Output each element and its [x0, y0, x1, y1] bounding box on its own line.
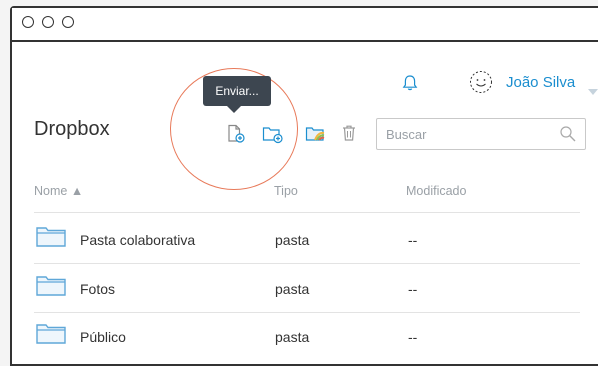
- file-name[interactable]: Pasta colaborativa: [80, 232, 195, 248]
- file-modified: --: [408, 329, 418, 345]
- tooltip: Enviar...: [203, 76, 271, 106]
- chevron-down-icon[interactable]: [588, 80, 598, 99]
- search-box: [376, 118, 586, 150]
- divider: [34, 212, 580, 213]
- window-maximize-button[interactable]: [62, 16, 74, 28]
- file-type: pasta: [275, 232, 310, 248]
- divider: [34, 312, 580, 313]
- file-name[interactable]: Público: [80, 329, 126, 345]
- avatar[interactable]: [468, 70, 494, 98]
- file-type: pasta: [275, 281, 310, 297]
- window-close-button[interactable]: [22, 16, 34, 28]
- file-type: pasta: [275, 329, 310, 345]
- folder-icon: [36, 322, 66, 348]
- folder-icon: [36, 225, 66, 251]
- app-window: Dropbox João Silva Enviar... Buscar Nome…: [10, 6, 598, 366]
- column-header-type[interactable]: Tipo: [274, 184, 298, 198]
- shared-folder-icon[interactable]: [305, 124, 327, 148]
- trash-icon[interactable]: [341, 124, 357, 146]
- divider: [34, 263, 580, 264]
- file-modified: --: [408, 232, 418, 248]
- user-name[interactable]: João Silva: [506, 74, 575, 91]
- upload-file-icon[interactable]: [226, 124, 246, 148]
- column-header-modified[interactable]: Modificado: [406, 184, 466, 198]
- file-modified: --: [408, 281, 418, 297]
- search-input[interactable]: [386, 125, 546, 143]
- folder-icon: [36, 274, 66, 300]
- window-minimize-button[interactable]: [42, 16, 54, 28]
- new-folder-icon[interactable]: [262, 124, 284, 148]
- file-name[interactable]: Fotos: [80, 281, 115, 297]
- page-title: Dropbox: [34, 118, 110, 140]
- bell-icon[interactable]: [402, 74, 418, 96]
- column-header-name[interactable]: Nome ▲: [34, 184, 83, 198]
- tooltip-arrow: [227, 106, 241, 113]
- window-titlebar: [12, 8, 598, 42]
- search-icon[interactable]: [559, 125, 577, 147]
